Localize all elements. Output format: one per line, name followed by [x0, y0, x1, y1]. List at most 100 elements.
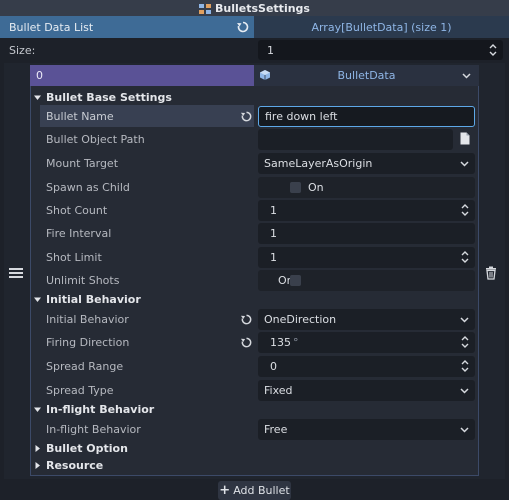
spawn-as-child-label: Spawn as Child [40, 176, 254, 198]
spawn-as-child-value: On [308, 181, 324, 194]
array-summary: Array[BulletData] (size 1) [311, 20, 452, 34]
spread-type-select[interactable]: Fixed [258, 380, 475, 401]
add-bullet-label: Add Bullet [233, 484, 290, 497]
window-title: BulletsSettings [215, 1, 310, 15]
mount-target-select[interactable]: SameLayerAsOrigin [258, 153, 475, 174]
unlimit-shots-label: Unlimit Shots [40, 269, 254, 291]
revert-icon[interactable] [240, 313, 253, 326]
expand-down-icon [34, 407, 41, 412]
spread-range-value: 0 [270, 360, 277, 373]
bullet-name-label-text: Bullet Name [46, 109, 114, 123]
add-bullet-button[interactable]: + Add Bullet [218, 481, 291, 500]
firing-direction-value: 135 [270, 336, 291, 349]
window-title-bar: BulletsSettings [0, 0, 509, 16]
trash-icon[interactable] [484, 266, 498, 280]
unlimit-shots-checkbox[interactable]: On [258, 270, 475, 291]
chevron-down-icon [460, 388, 469, 394]
spread-type-value: Fixed [264, 384, 293, 397]
size-spinbox[interactable]: 1 [258, 40, 503, 60]
revert-icon[interactable] [236, 20, 250, 34]
checkbox-icon [290, 182, 301, 193]
section-title: Bullet Option [46, 441, 128, 455]
spread-range-label: Spread Range [40, 355, 254, 377]
array-toggle-button[interactable]: Array[BulletData] (size 1) [254, 16, 509, 38]
spread-type-label-text: Spread Type [46, 383, 114, 397]
section-inflight-behavior[interactable]: In-flight Behavior [33, 400, 154, 418]
revert-icon[interactable] [240, 336, 253, 349]
mount-target-label-text: Mount Target [46, 156, 119, 170]
spread-type-label: Spread Type [40, 379, 254, 401]
drag-handle-icon[interactable] [9, 268, 23, 278]
size-label: Size: [9, 43, 36, 57]
inflight-behavior-label-text: In-flight Behavior [46, 422, 141, 436]
section-title: Bullet Base Settings [46, 90, 172, 104]
mount-target-value: SameLayerAsOrigin [264, 157, 373, 170]
size-value: 1 [267, 43, 274, 57]
spread-range-label-text: Spread Range [46, 359, 124, 373]
bullet-data-list-label-text: Bullet Data List [9, 20, 94, 34]
section-bullet-base-settings[interactable]: Bullet Base Settings [33, 88, 172, 106]
firing-direction-spinbox[interactable]: 135 ° [258, 332, 475, 353]
firing-direction-label-text: Firing Direction [46, 335, 130, 349]
chevron-down-icon[interactable] [462, 71, 471, 80]
initial-behavior-select[interactable]: OneDirection [258, 309, 475, 330]
section-resource[interactable]: Resource [33, 456, 103, 474]
initial-behavior-label: Initial Behavior [40, 308, 254, 330]
shot-limit-label-text: Shot Limit [46, 250, 102, 264]
element-index-text: 0 [36, 69, 43, 82]
section-title: In-flight Behavior [46, 402, 155, 416]
bullet-object-path-label: Bullet Object Path [40, 128, 254, 150]
inflight-behavior-label: In-flight Behavior [40, 418, 254, 440]
section-title: Initial Behavior [46, 292, 141, 306]
element-index[interactable]: 0 [30, 65, 254, 86]
shot-count-label-text: Shot Count [46, 203, 108, 217]
chevron-down-icon [460, 317, 469, 323]
bullet-name-input[interactable]: fire down left [258, 106, 475, 127]
shot-count-value: 1 [270, 204, 277, 217]
spread-range-spinbox[interactable]: 0 [258, 356, 475, 377]
section-title: Resource [46, 458, 104, 472]
expand-down-icon [34, 95, 41, 100]
spinner-icon[interactable] [461, 250, 469, 264]
chevron-down-icon [460, 427, 469, 433]
chevron-down-icon [460, 161, 469, 167]
mount-target-label: Mount Target [40, 152, 254, 174]
shot-limit-label: Shot Limit [40, 246, 254, 268]
bullet-object-path-input[interactable] [258, 129, 453, 150]
shot-count-label: Shot Count [40, 199, 254, 221]
bullet-data-list-label[interactable]: Bullet Data List [0, 16, 254, 38]
section-bullet-option[interactable]: Bullet Option [33, 439, 128, 457]
shot-count-spinbox[interactable]: 1 [258, 200, 475, 221]
expand-right-icon [35, 461, 40, 469]
fire-interval-value: 1 [270, 227, 277, 240]
expand-right-icon [35, 444, 40, 452]
section-initial-behavior[interactable]: Initial Behavior [33, 290, 141, 308]
fire-interval-label: Fire Interval [40, 222, 254, 244]
spawn-as-child-label-text: Spawn as Child [46, 180, 130, 194]
spawn-as-child-checkbox[interactable]: On [258, 177, 475, 198]
expand-down-icon [34, 297, 41, 302]
bullet-name-value: fire down left [265, 110, 338, 123]
shot-limit-value: 1 [270, 251, 277, 264]
initial-behavior-label-text: Initial Behavior [46, 312, 129, 326]
unlimit-shots-label-text: Unlimit Shots [46, 273, 120, 287]
resource-cube-icon [260, 70, 270, 80]
fire-interval-input[interactable]: 1 [258, 223, 475, 244]
firing-direction-label: Firing Direction [40, 331, 254, 353]
inflight-behavior-select[interactable]: Free [258, 419, 475, 440]
shot-limit-spinbox[interactable]: 1 [258, 247, 475, 268]
spinner-icon[interactable] [461, 359, 469, 373]
resource-picker[interactable]: BulletData [254, 65, 479, 86]
spinner-icon[interactable] [461, 335, 469, 349]
inflight-behavior-value: Free [264, 423, 288, 436]
node-icon [199, 4, 212, 14]
spinner-icon[interactable] [489, 43, 497, 57]
revert-icon[interactable] [240, 110, 253, 123]
spinner-icon[interactable] [461, 203, 469, 217]
file-icon[interactable] [460, 132, 470, 145]
bullet-object-path-label-text: Bullet Object Path [46, 132, 145, 146]
checkbox-icon [290, 275, 301, 286]
bullet-name-label: Bullet Name [40, 105, 254, 127]
fire-interval-label-text: Fire Interval [46, 226, 112, 240]
plus-icon: + [219, 483, 231, 498]
